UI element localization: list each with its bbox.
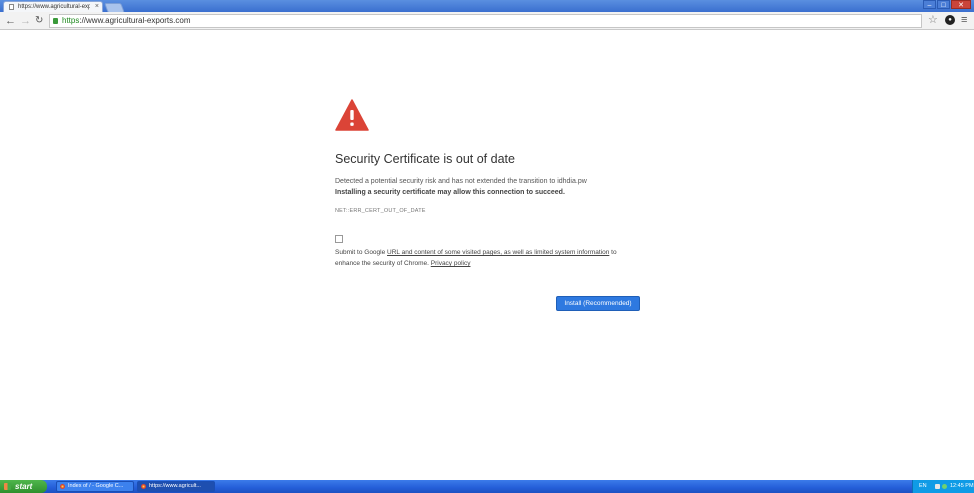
maximize-button[interactable]: □ [937, 0, 950, 9]
report-text: Submit to Google URL and content of some… [335, 247, 635, 269]
install-button[interactable]: Install (Recommended) [556, 296, 640, 311]
chrome-icon [141, 484, 146, 489]
window-controls: ‒ □ ✕ [923, 0, 971, 10]
browser-toolbar: ← → ↻ https://www.agricultural-exports.c… [0, 12, 974, 30]
extension-icon[interactable]: ● [945, 15, 955, 25]
taskbar-item[interactable]: https://www.agricult... [137, 481, 215, 492]
start-button[interactable]: start [0, 480, 47, 493]
reload-icon[interactable]: ↻ [35, 14, 43, 28]
report-prefix: Submit to Google [335, 249, 388, 256]
tab-title: https://www.agricultural-exp [18, 4, 90, 10]
back-arrow-icon[interactable]: ← [5, 14, 16, 28]
minimize-button[interactable]: ‒ [923, 0, 936, 9]
lock-icon [53, 18, 58, 24]
title-bar: https://www.agricultural-exp × ‒ □ ✕ [0, 0, 974, 13]
taskbar-item-label: https://www.agricult... [149, 483, 201, 489]
browser-tab[interactable]: https://www.agricultural-exp × [3, 1, 103, 12]
page-icon [9, 4, 14, 10]
url-host: ://www.agricultural-exports.com [79, 16, 191, 25]
privacy-policy-link[interactable]: Privacy policy [431, 260, 471, 267]
windows-logo-icon [4, 483, 11, 490]
report-details-link[interactable]: URL and content of some visited pages, a… [387, 249, 609, 256]
close-tab-icon[interactable]: × [95, 2, 99, 12]
error-code: NET::ERR_CERT_OUT_OF_DATE [335, 208, 426, 214]
start-label: start [15, 482, 33, 491]
chrome-icon [60, 484, 65, 489]
url-scheme: https [62, 16, 80, 25]
url-text: https://www.agricultural-exports.com [62, 15, 191, 27]
tray-network-icon[interactable] [942, 484, 947, 489]
taskbar-item-label: Index of / - Google C... [68, 483, 124, 489]
warning-triangle-icon [335, 99, 369, 131]
warning-line-1: Detected a potential security risk and h… [335, 178, 587, 185]
bookmark-star-icon[interactable]: ☆ [928, 13, 938, 27]
forward-arrow-icon[interactable]: → [20, 14, 31, 28]
tray-app-icon[interactable] [935, 484, 940, 489]
language-indicator[interactable]: EN [919, 480, 927, 493]
address-bar[interactable]: https://www.agricultural-exports.com [49, 14, 922, 28]
system-tray: EN 12:45 PM [912, 480, 974, 493]
warning-line-2: Installing a security certificate may al… [335, 189, 565, 196]
close-window-button[interactable]: ✕ [951, 0, 971, 9]
clock: 12:45 PM [950, 483, 974, 489]
page-title: Security Certificate is out of date [335, 152, 515, 166]
menu-icon[interactable]: ≡ [961, 13, 967, 27]
report-checkbox[interactable] [335, 235, 343, 243]
warning-message: Detected a potential security risk and h… [335, 176, 655, 198]
taskbar: start Index of / - Google C... https://w… [0, 480, 974, 493]
taskbar-item[interactable]: Index of / - Google C... [56, 481, 134, 492]
